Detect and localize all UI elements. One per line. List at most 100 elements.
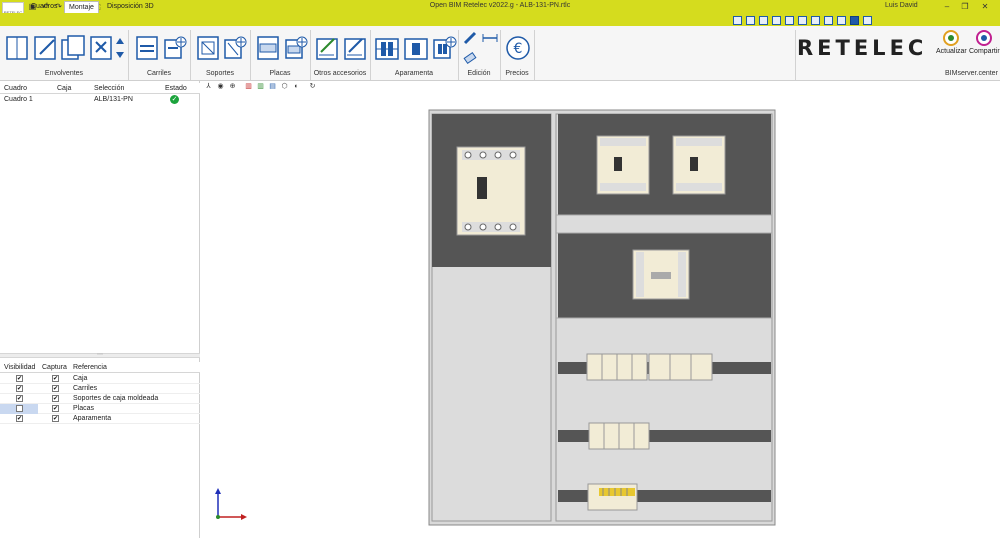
envolvente-arrows[interactable] — [114, 34, 126, 62]
capture-checkbox[interactable]: ✔ — [52, 415, 59, 422]
capture-checkbox[interactable]: ✔ — [52, 385, 59, 392]
tab-montaje[interactable]: Montaje — [64, 1, 99, 13]
axis-tool-icon[interactable]: ⅄ — [204, 82, 213, 91]
left-panel: Cuadro Caja Selección Estado Cuadro 1 AL… — [0, 81, 200, 538]
view-icon-2[interactable] — [746, 16, 755, 25]
group-placas: Placas — [269, 70, 291, 77]
euro-icon[interactable]: € — [505, 34, 531, 62]
user-name[interactable]: Luis David — [885, 2, 918, 9]
capture-checkbox[interactable]: ✔ — [52, 375, 59, 382]
panel-drawing — [428, 109, 776, 526]
col-captura[interactable]: Captura — [42, 364, 67, 371]
soporte-move-button[interactable] — [222, 34, 248, 62]
restore-icon[interactable]: ❐ — [958, 1, 972, 12]
view-icon-10[interactable] — [850, 16, 859, 25]
col-referencia[interactable]: Referencia — [73, 364, 107, 371]
svg-text:€: € — [514, 41, 523, 57]
layer-blue-icon[interactable]: ▤ — [268, 82, 277, 91]
group-aparamenta: Aparamenta — [394, 70, 434, 77]
group-carriles: Carriles — [146, 70, 172, 77]
compartir-button[interactable]: Compartir — [969, 48, 1000, 55]
accesorio-add-button[interactable] — [314, 34, 340, 62]
group-separator — [795, 30, 796, 80]
envolvente-copy-button[interactable] — [60, 34, 86, 62]
placa-move-button[interactable] — [283, 34, 309, 62]
camera-tool-icon[interactable]: ⊕ — [228, 82, 237, 91]
layer-label: Aparamenta — [73, 415, 112, 422]
view-icon-4[interactable] — [772, 16, 781, 25]
minimize-icon[interactable]: – — [940, 1, 954, 12]
envolvente-new-button[interactable] — [4, 34, 30, 62]
status-ok-icon: ✓ — [170, 95, 179, 104]
aparamenta-add-button[interactable] — [374, 34, 400, 62]
view-icon-1[interactable] — [733, 16, 742, 25]
layer-green-icon[interactable]: ▥ — [256, 82, 265, 91]
carril-move-button[interactable] — [162, 34, 188, 62]
measure-icon[interactable] — [482, 30, 498, 58]
boards-table-header: Cuadro Caja Selección Estado — [0, 83, 200, 94]
view-icon-7[interactable] — [811, 16, 820, 25]
refresh-icon[interactable]: ↻ — [308, 82, 317, 91]
group-precios: Precios — [505, 70, 529, 77]
table-row[interactable]: Cuadro 1 ALB/131-PN ✓ — [0, 95, 200, 105]
modular-devices-rail-2 — [588, 422, 650, 450]
moulded-case-breaker-mid — [632, 249, 690, 300]
envolvente-delete-button[interactable] — [88, 34, 114, 62]
aparamenta-move-button[interactable] — [432, 34, 458, 62]
visibility-checkbox[interactable] — [16, 405, 23, 412]
panel-splitter[interactable]: ⋯ — [0, 352, 200, 358]
group-envolventes: Envolventes — [44, 70, 84, 77]
visibility-checkbox[interactable]: ✔ — [16, 415, 23, 422]
view-icon-3[interactable] — [759, 16, 768, 25]
modular-devices-rail-1 — [586, 353, 713, 381]
visibility-checkbox[interactable]: ✔ — [16, 395, 23, 402]
col-cuadro[interactable]: Cuadro — [4, 85, 27, 92]
col-estado[interactable]: Estado — [165, 85, 187, 92]
capture-checkbox[interactable]: ✔ — [52, 395, 59, 402]
view-icon-11[interactable] — [863, 16, 872, 25]
layer-row-placas[interactable]: ✔ Placas — [0, 404, 200, 414]
terminal-block-rail-3 — [587, 483, 638, 511]
envolvente-edit-button[interactable] — [32, 34, 58, 62]
visibility-checkbox[interactable]: ✔ — [16, 385, 23, 392]
cell-seleccion: ALB/131-PN — [94, 96, 133, 103]
col-caja[interactable]: Caja — [57, 85, 71, 92]
layer-label: Carriles — [73, 385, 98, 392]
placa-add-button[interactable] — [255, 34, 281, 62]
layer-row-aparamenta[interactable]: ✔ ✔ Aparamenta — [0, 414, 200, 424]
group-edicion: Edición — [467, 70, 491, 77]
actualizar-icon[interactable] — [943, 30, 959, 46]
compartir-icon[interactable] — [976, 30, 992, 46]
axis-gizmo — [210, 485, 250, 525]
view-icon-6[interactable] — [798, 16, 807, 25]
cell-cuadro: Cuadro 1 — [4, 96, 33, 103]
group-soportes: Soportes — [205, 70, 235, 77]
accesorio-edit-button[interactable] — [342, 34, 368, 62]
view-icon-5[interactable] — [785, 16, 794, 25]
view-icon-9[interactable] — [837, 16, 846, 25]
layer-row-carriles[interactable]: ✔ ✔ Carriles — [0, 384, 200, 394]
layer-red-icon[interactable]: ▥ — [244, 82, 253, 91]
visibility-checkbox[interactable]: ✔ — [16, 375, 23, 382]
layer-label: Caja — [73, 375, 88, 382]
cube-icon[interactable]: ⬡ — [280, 82, 289, 91]
layer-label: Placas — [73, 405, 95, 412]
actualizar-button[interactable]: Actualizar — [936, 48, 967, 55]
tab-cuadros[interactable]: Cuadros — [27, 1, 61, 13]
visibility-icon[interactable]: ◐ — [292, 82, 301, 91]
aparamenta-edit-button[interactable] — [403, 34, 429, 62]
carril-add-button[interactable] — [134, 34, 160, 62]
col-seleccion[interactable]: Selección — [94, 85, 124, 92]
tab-disposicion-3d[interactable]: Disposición 3D — [103, 1, 158, 13]
layer-row-soportes[interactable]: ✔ ✔ Soportes de caja moldeada — [0, 394, 200, 404]
view-icon-8[interactable] — [824, 16, 833, 25]
close-icon[interactable]: ✕ — [978, 1, 992, 12]
eye-tool-icon[interactable]: ◉ — [216, 82, 225, 91]
drawing-viewport[interactable] — [200, 92, 1000, 538]
right-top-dark-plate — [558, 114, 771, 215]
col-visibilidad[interactable]: Visibilidad — [4, 364, 35, 371]
group-otros-accesorios: Otros accesorios — [313, 70, 367, 77]
soporte-add-button[interactable] — [195, 34, 221, 62]
layer-row-caja[interactable]: ✔ ✔ Caja — [0, 374, 200, 384]
capture-checkbox[interactable]: ✔ — [52, 405, 59, 412]
